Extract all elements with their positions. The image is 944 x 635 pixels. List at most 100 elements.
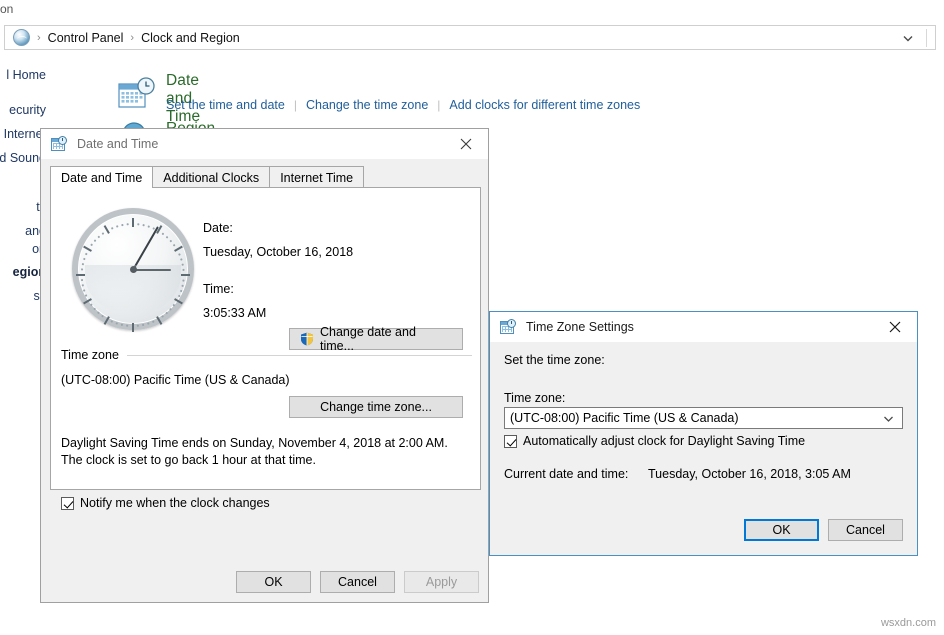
change-date-and-time-button[interactable]: Change date and time... [289, 325, 463, 353]
clock-minute-dot [166, 312, 169, 315]
clock-minute-dot [81, 268, 83, 271]
window-top-fragment: on [0, 2, 14, 16]
clock-minute-dot [83, 258, 86, 261]
clock-minute-dot [173, 243, 176, 246]
time-zone-select[interactable]: (UTC-08:00) Pacific Time (US & Canada) [504, 407, 903, 429]
clock-minute-dot [93, 308, 96, 311]
change-time-zone-button[interactable]: Change time zone... [289, 396, 463, 418]
clock-minute-dot [126, 325, 129, 327]
tab-internet-time[interactable]: Internet Time [269, 166, 365, 188]
dst-notice: Daylight Saving Time ends on Sunday, Nov… [61, 436, 448, 467]
clock-minute-dot [111, 227, 114, 230]
cancel-button[interactable]: Cancel [828, 519, 903, 541]
clock-minute-dot [81, 284, 84, 287]
breadcrumb-control-panel[interactable]: Control Panel [48, 31, 124, 45]
timezone-group-rule [127, 355, 472, 356]
clock-minute-hand [132, 226, 159, 271]
clock-minute-dot [126, 223, 129, 225]
clock-minute-dot [178, 253, 181, 256]
current-timezone-value: (UTC-08:00) Pacific Time (US & Canada) [61, 373, 290, 387]
calendar-clock-icon [500, 319, 517, 335]
close-icon[interactable] [872, 312, 917, 342]
tab-additional-clocks[interactable]: Additional Clocks [152, 166, 271, 188]
link-divider: | [293, 98, 297, 112]
clock-minute-dot [121, 223, 124, 226]
clock-minute-dot [81, 279, 83, 282]
time-value: 3:05:33 AM [203, 306, 267, 320]
clock-minute-dot [183, 268, 185, 271]
current-date-time-value: Tuesday, October 16, 2018, 3:05 AM [648, 467, 851, 481]
globe-icon [13, 29, 30, 46]
set-time-zone-heading: Set the time zone: [504, 353, 605, 367]
clock-tick [103, 225, 110, 234]
time-zone-selected-value: (UTC-08:00) Pacific Time (US & Canada) [510, 411, 739, 425]
clock-minute-dot [137, 223, 140, 225]
dialog-titlebar[interactable]: Date and Time [41, 129, 488, 159]
category-links: Set the time and date | Change the time … [166, 98, 640, 112]
watermark: wsxdn.com [880, 617, 936, 629]
checkbox-box[interactable] [61, 497, 74, 510]
clock-minute-dot [182, 263, 185, 266]
breadcrumb-clock-and-region[interactable]: Clock and Region [141, 31, 240, 45]
link-change-the-time-zone[interactable]: Change the time zone [306, 98, 428, 112]
clock-tick [156, 316, 163, 325]
auto-adjust-dst-checkbox[interactable]: Automatically adjust clock for Daylight … [504, 434, 805, 448]
clock-minute-dot [81, 263, 84, 266]
clock-minute-dot [111, 320, 114, 323]
clock-minute-dot [147, 225, 150, 228]
clock-tick [76, 274, 85, 276]
clock-minute-dot [116, 322, 119, 325]
tab-panel-date-and-time: Date: Tuesday, October 16, 2018 Time: 3:… [50, 187, 481, 510]
apply-button: Apply [404, 571, 479, 593]
current-date-time-label: Current date and time: [504, 467, 629, 481]
auto-adjust-dst-label: Automatically adjust clock for Daylight … [523, 434, 806, 448]
clock-minute-dot [121, 324, 124, 327]
time-zone-label: Time zone: [504, 391, 566, 405]
chevron-down-icon[interactable] [882, 412, 895, 425]
notify-clock-changes-checkbox[interactable]: Notify me when the clock changes [61, 496, 270, 510]
link-divider: | [437, 98, 441, 112]
clock-minute-dot [142, 223, 145, 226]
clock-minute-dot [97, 235, 100, 238]
change-time-zone-label: Change time zone... [320, 400, 432, 414]
date-and-time-dialog: Date and Time Date and Time Additional C… [40, 128, 489, 603]
sidebar-item-1[interactable]: ecurity [9, 103, 46, 117]
dialog-titlebar[interactable]: Time Zone Settings [490, 312, 917, 342]
clock-minute-dot [97, 312, 100, 315]
close-icon[interactable] [443, 129, 488, 159]
clock-minute-dot [183, 279, 185, 282]
clock-minute-dot [101, 315, 104, 318]
clock-hour-hand [133, 269, 171, 272]
uac-shield-icon [301, 332, 313, 346]
time-zone-settings-dialog: Time Zone Settings Set the time zone: Ti… [489, 311, 918, 556]
clock-minute-dot [90, 243, 93, 246]
checkbox-box[interactable] [504, 435, 517, 448]
link-set-the-time-and-date[interactable]: Set the time and date [166, 98, 285, 112]
clock-minute-dot [85, 294, 88, 297]
clock-minute-dot [162, 315, 165, 318]
breadcrumb-separator: › [37, 31, 41, 44]
link-add-clocks[interactable]: Add clocks for different time zones [449, 98, 640, 112]
clock-minute-dot [166, 235, 169, 238]
ok-button[interactable]: OK [236, 571, 311, 593]
clock-minute-dot [162, 232, 165, 235]
clock-minute-dot [90, 304, 93, 307]
tab-date-and-time[interactable]: Date and Time [50, 166, 154, 188]
calendar-clock-icon [51, 136, 68, 152]
clock-minute-dot [85, 253, 88, 256]
sidebar-item-0[interactable]: l Home [6, 68, 46, 82]
chevron-down-icon[interactable] [901, 31, 915, 45]
breadcrumb-separator: › [130, 31, 135, 44]
dialog-title: Time Zone Settings [526, 320, 634, 334]
clock-minute-dot [173, 304, 176, 307]
cancel-button[interactable]: Cancel [320, 571, 395, 593]
timezone-group-label: Time zone [61, 348, 125, 362]
screen: on › Control Panel › Clock and Region l … [0, 0, 944, 635]
clock-minute-dot [178, 294, 181, 297]
clock-minute-dot [170, 308, 173, 311]
address-bar[interactable]: › Control Panel › Clock and Region [4, 25, 936, 50]
change-date-and-time-label: Change date and time... [320, 325, 416, 353]
ok-button[interactable]: OK [744, 519, 819, 541]
clock-minute-dot [83, 289, 86, 292]
clock-tick [174, 245, 183, 252]
